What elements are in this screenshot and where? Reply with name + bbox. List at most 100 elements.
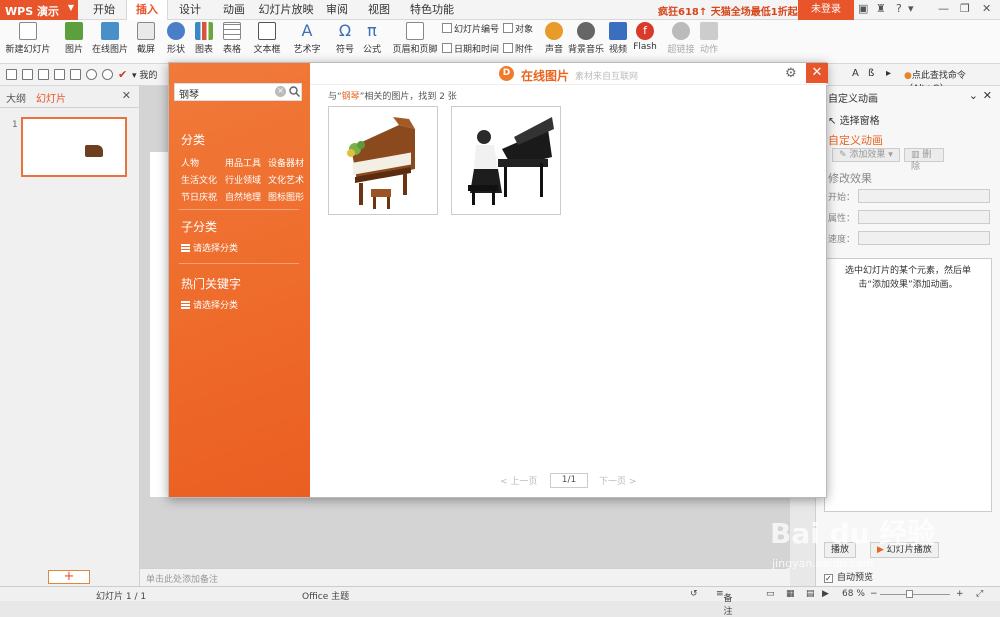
chevron-down-icon[interactable]: ⌄ <box>969 89 978 102</box>
cursor-icon[interactable]: ▸ <box>886 68 891 79</box>
tab-home[interactable]: 开始 <box>88 0 120 20</box>
action-button[interactable]: 动作 <box>698 22 720 55</box>
save-icon[interactable] <box>22 69 33 80</box>
tab-insert[interactable]: 插入 <box>126 0 168 20</box>
picture-button[interactable]: 图片 <box>60 22 88 55</box>
close-button[interactable]: ✕ <box>806 63 828 83</box>
table-button[interactable]: 表格 <box>218 22 246 55</box>
open-icon[interactable] <box>6 69 17 80</box>
slideshow-view-icon[interactable]: ▶ <box>822 589 829 599</box>
redo-icon[interactable] <box>102 69 113 80</box>
chart-button[interactable]: 图表 <box>192 22 216 55</box>
shape-button[interactable]: 形状 <box>162 22 190 55</box>
object-button[interactable]: 对象 <box>503 23 533 37</box>
zoom-out-icon[interactable]: − <box>870 589 878 599</box>
add-effect-button[interactable]: ✎ 添加效果 ▾ <box>832 148 900 162</box>
promo-text[interactable]: 疯狂618↑ 天猫全场最低1折起 <box>658 3 798 18</box>
category-item[interactable]: 生活文化 <box>181 173 217 186</box>
header-footer-button[interactable]: 页眉和页脚 <box>392 22 438 55</box>
category-item[interactable]: 图标图形 <box>268 190 304 203</box>
screenshot-button[interactable]: 截屏 <box>132 22 160 55</box>
result-image-upright-piano[interactable] <box>328 106 438 215</box>
clear-icon[interactable]: × <box>275 86 286 97</box>
prev-page-button[interactable]: < 上一页 <box>500 474 537 487</box>
tab-outline[interactable]: 大纲 <box>6 90 26 105</box>
normal-view-icon[interactable]: ▭ <box>766 589 775 599</box>
attachment-button[interactable]: 附件 <box>503 43 533 57</box>
page-indicator[interactable]: 1/1 <box>550 473 588 488</box>
zoom-slider-track[interactable] <box>880 594 950 595</box>
pane-title[interactable]: 自定义动画 <box>828 90 878 105</box>
slide-number-button[interactable]: 幻灯片编号 <box>442 23 499 37</box>
category-item[interactable]: 人物 <box>181 156 199 169</box>
tab-view[interactable]: 视图 <box>364 0 394 20</box>
category-item[interactable]: 文化艺术 <box>268 173 304 186</box>
maximize-icon[interactable]: ❐ <box>960 2 970 15</box>
sorter-view-icon[interactable]: ▦ <box>786 589 795 599</box>
paint-icon[interactable]: ß <box>868 68 874 79</box>
flash-button[interactable]: f Flash <box>632 22 658 52</box>
slide-thumbnail[interactable] <box>21 117 127 177</box>
export-icon[interactable] <box>70 69 81 80</box>
sound-button[interactable]: 声音 <box>542 22 566 55</box>
textbox-button[interactable]: 文本框 <box>250 22 284 55</box>
skin-icon[interactable]: ▣ <box>858 2 868 15</box>
close-icon[interactable]: ✕ <box>982 2 991 15</box>
tab-slideshow[interactable]: 幻灯片放映 <box>258 0 314 20</box>
login-button[interactable]: 未登录 <box>798 0 854 20</box>
zoom-level[interactable]: 68 % <box>842 589 865 599</box>
category-item[interactable]: 行业领域 <box>225 173 261 186</box>
start-select[interactable] <box>858 189 990 203</box>
delete-effect-button[interactable]: ▥ 删除 <box>904 148 944 172</box>
close-icon[interactable]: ✕ <box>983 89 992 102</box>
select-hot-keyword[interactable]: 请选择分类 <box>181 298 238 311</box>
reading-view-icon[interactable]: ▤ <box>806 589 815 599</box>
help-button[interactable]: ? <box>896 2 902 15</box>
next-page-button[interactable]: 下一页 > <box>599 474 636 487</box>
tab-animation[interactable]: 动画 <box>218 0 250 20</box>
tab-slides[interactable]: 幻灯片 <box>36 90 66 105</box>
property-select[interactable] <box>858 210 990 224</box>
wordart-button[interactable]: A 艺术字 <box>290 22 324 56</box>
category-item[interactable]: 自然地理 <box>225 190 261 203</box>
shirt-icon[interactable]: ♜ <box>876 2 886 15</box>
my-item[interactable]: ▾ 我的 <box>132 68 157 81</box>
gear-icon[interactable]: ⚙ <box>785 66 797 81</box>
notes-toggle[interactable]: ≡ 备注 <box>716 589 733 617</box>
category-item[interactable]: 节日庆祝 <box>181 190 217 203</box>
minimize-icon[interactable]: — <box>938 2 949 15</box>
video-button[interactable]: 视频 <box>606 22 630 55</box>
auto-preview-checkbox[interactable]: ✓ 自动预览 <box>824 570 873 583</box>
zoom-slider-thumb[interactable] <box>906 590 913 598</box>
result-image-grand-piano-player[interactable] <box>451 106 561 215</box>
bg-music-button[interactable]: 背景音乐 <box>568 22 604 55</box>
tab-design[interactable]: 设计 <box>174 0 206 20</box>
checkmark-icon[interactable]: ✔ <box>118 68 127 81</box>
format-icon[interactable]: A <box>852 68 859 79</box>
speed-select[interactable] <box>858 231 990 245</box>
date-time-button[interactable]: 日期和时间 <box>442 43 499 57</box>
fit-window-icon[interactable]: ⤢ <box>976 589 983 599</box>
category-item[interactable]: 设备器材 <box>268 156 304 169</box>
animation-list[interactable]: 选中幻灯片的某个元素，然后单击“添加效果”添加动画。 <box>824 258 992 512</box>
history-icon[interactable]: ↺ <box>690 589 698 599</box>
chevron-down-icon[interactable]: ▾ <box>908 2 914 15</box>
zoom-in-icon[interactable]: + <box>956 589 964 599</box>
close-icon[interactable]: ✕ <box>122 89 131 102</box>
undo-icon[interactable] <box>86 69 97 80</box>
print-icon[interactable] <box>38 69 49 80</box>
symbol-button[interactable]: Ω 符号 <box>332 22 358 56</box>
new-slide-button[interactable]: 新建幻灯片 <box>4 22 52 55</box>
formula-button[interactable]: π 公式 <box>360 22 384 56</box>
notes-area[interactable]: 单击此处添加备注 <box>140 568 790 586</box>
online-picture-button[interactable]: 在线图片 <box>90 22 130 55</box>
app-menu-button[interactable]: WPS 演示 ▼ <box>0 0 78 20</box>
tab-review[interactable]: 审阅 <box>322 0 352 20</box>
search-icon[interactable] <box>289 86 300 97</box>
hyperlink-button[interactable]: 超链接 <box>666 22 696 55</box>
preview-icon[interactable] <box>54 69 65 80</box>
select-pane-link[interactable]: ↖ 选择窗格 <box>828 112 880 127</box>
tab-features[interactable]: 特色功能 <box>404 0 460 20</box>
category-item[interactable]: 用品工具 <box>225 156 261 169</box>
add-slide-button[interactable]: + <box>48 570 90 584</box>
